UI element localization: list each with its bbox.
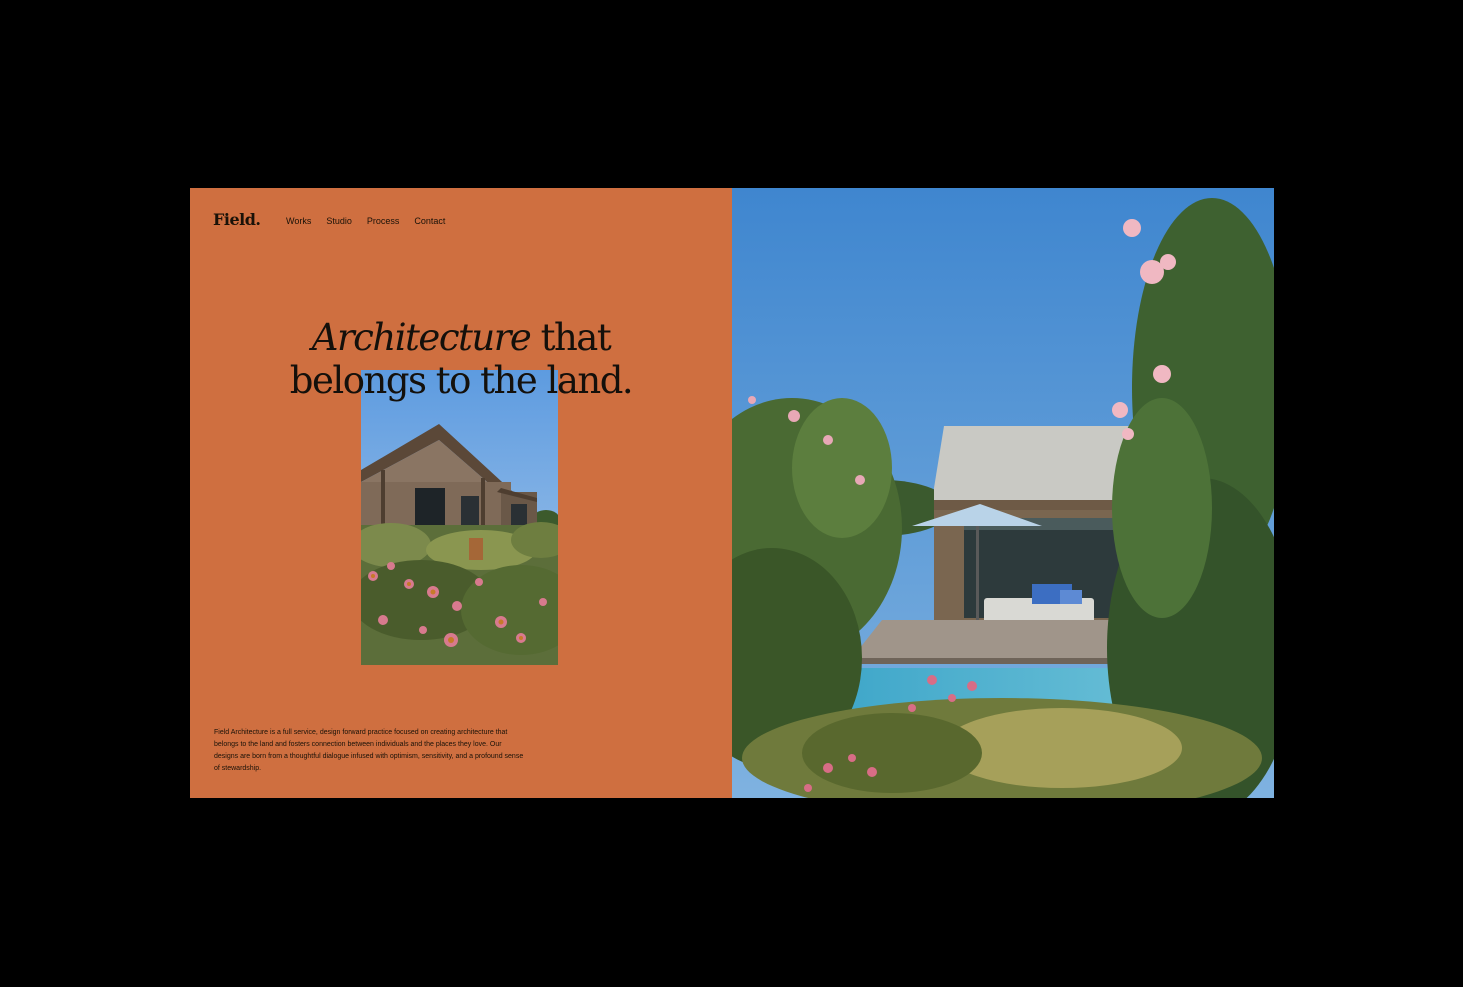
nav-item-studio[interactable]: Studio bbox=[326, 216, 352, 226]
house-with-wildflowers-photo bbox=[361, 370, 558, 665]
pool-house-garden-photo bbox=[732, 188, 1274, 798]
logo[interactable]: Field. bbox=[213, 210, 261, 229]
page-background: Field. Works Studio Process Contact Arch… bbox=[0, 0, 1463, 987]
nav-item-works[interactable]: Works bbox=[286, 216, 311, 226]
headline-italic-word: Architecture bbox=[311, 316, 532, 359]
nav-item-contact[interactable]: Contact bbox=[414, 216, 445, 226]
headline-line1-rest: that bbox=[530, 316, 612, 359]
headline-line2: belongs to the land. bbox=[289, 359, 634, 402]
hero-headline: Architecture that belongs to the land. bbox=[190, 316, 732, 402]
website-mockup-frame: Field. Works Studio Process Contact Arch… bbox=[190, 188, 1274, 798]
hero-left-panel: Field. Works Studio Process Contact Arch… bbox=[190, 188, 732, 798]
studio-description: Field Architecture is a full service, de… bbox=[214, 729, 524, 772]
nav-item-process[interactable]: Process bbox=[367, 216, 400, 226]
main-nav: Works Studio Process Contact bbox=[286, 216, 460, 226]
